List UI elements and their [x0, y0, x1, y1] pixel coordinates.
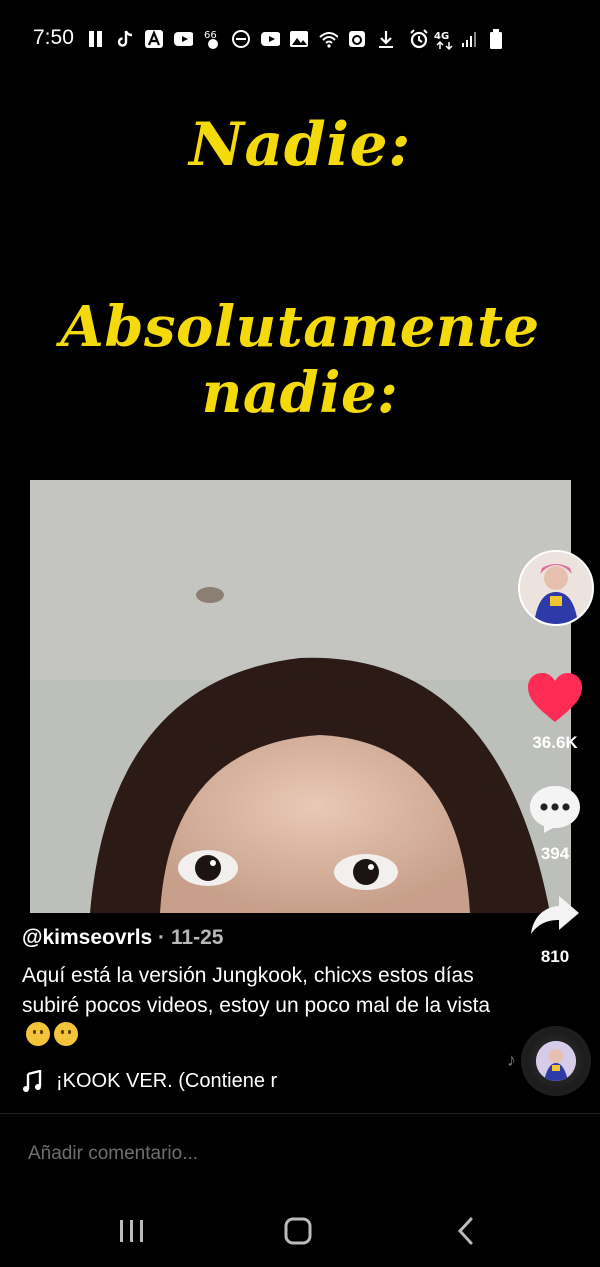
- disappointed-emoji-icon: [54, 1022, 78, 1046]
- system-back-button[interactable]: [446, 1213, 486, 1249]
- youtube-icon: [260, 29, 280, 49]
- face-photo-illustration: [30, 480, 571, 913]
- dnd-icon: [231, 29, 251, 49]
- comment-bubble-icon: [530, 786, 580, 833]
- home-button[interactable]: [278, 1213, 318, 1249]
- chevron-left-icon: [457, 1217, 473, 1245]
- post-header: @kimseovrls · 11-25: [22, 926, 223, 950]
- creator-avatar[interactable]: [518, 550, 594, 626]
- youtube-icon: [173, 29, 193, 49]
- comment-button[interactable]: 394: [525, 783, 585, 864]
- svg-text:4G: 4G: [434, 31, 449, 42]
- meme-text-line2a: Absolutamente: [60, 294, 540, 360]
- recent-apps-button[interactable]: [111, 1213, 151, 1249]
- 4g-icon: 4G: [434, 29, 454, 50]
- date-separator: ·: [152, 926, 171, 949]
- comment-bar: [0, 1113, 600, 1196]
- caption-text: Aquí está la versión Jungkook, chicxs es…: [22, 964, 491, 1017]
- download-icon: [376, 29, 396, 49]
- add-comment-input[interactable]: [26, 1142, 570, 1166]
- avatar-image: [520, 552, 592, 624]
- tiktok-icon: [115, 29, 135, 49]
- notification-icon: 66: [202, 29, 222, 49]
- username-link[interactable]: @kimseovrls: [22, 926, 152, 949]
- like-button[interactable]: 36.6K: [525, 672, 585, 753]
- share-count: 810: [540, 947, 570, 966]
- status-time: 7:50: [33, 26, 74, 49]
- app-icon: [86, 29, 106, 49]
- battery-icon: [486, 29, 506, 49]
- meme-text-line2b: nadie:: [201, 360, 399, 426]
- status-bar: 7:50 66 4G: [0, 0, 600, 76]
- cast-icon: [347, 29, 367, 49]
- video-player[interactable]: Nadie: Absolutamente nadie:: [0, 76, 600, 1111]
- comment-count: 394: [540, 844, 570, 863]
- share-button[interactable]: 810: [525, 894, 585, 967]
- system-navigation-bar: [0, 1195, 600, 1267]
- like-count: 36.6K: [532, 733, 578, 752]
- post-caption: Aquí está la versión Jungkook, chicxs es…: [22, 961, 492, 1051]
- wifi-icon: [318, 29, 338, 49]
- meme-text-line1: Nadie:: [189, 110, 411, 180]
- sound-cover-image: [536, 1041, 576, 1081]
- status-right-icons: 4G: [408, 27, 506, 51]
- heart-icon: [528, 673, 582, 722]
- sound-disc-button[interactable]: [521, 1026, 591, 1096]
- post-date: 11-25: [170, 926, 224, 949]
- floating-note-icon: ♪: [507, 1050, 516, 1070]
- music-note-icon: [23, 1070, 42, 1092]
- gallery-icon: [289, 29, 309, 49]
- status-left-icons: 66: [86, 27, 396, 51]
- sound-title: ¡KOOK VER. (Contiene r: [56, 1069, 278, 1092]
- home-icon: [284, 1217, 312, 1245]
- alarm-icon: [408, 29, 428, 49]
- signal-icon: [460, 29, 480, 49]
- a-app-icon: [144, 29, 164, 49]
- meme-text-line2: Absolutamente nadie:: [0, 294, 600, 426]
- sound-row[interactable]: ¡KOOK VER. (Contiene r: [22, 1068, 322, 1094]
- share-arrow-icon: [531, 896, 579, 934]
- recent-apps-icon: [120, 1220, 143, 1242]
- video-frame-image: [30, 480, 571, 913]
- confused-emoji-icon: [26, 1022, 50, 1046]
